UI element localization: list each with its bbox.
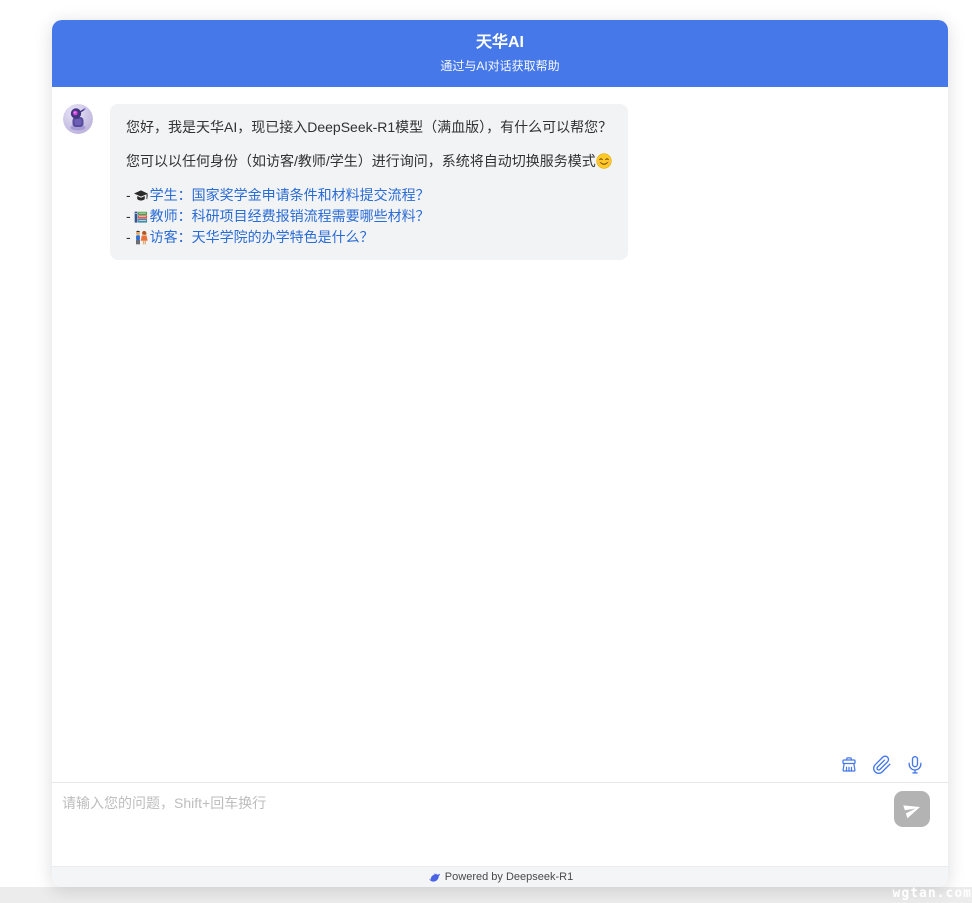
watermark: wgtan.com <box>893 886 972 901</box>
dash: - <box>126 227 131 248</box>
chat-message-area: 您好，我是天华AI，现已接入DeepSeek-R1模型（满血版），有什么可以帮您… <box>52 87 948 782</box>
suggestion-teacher-link[interactable]: 教师：科研项目经费报销流程需要哪些材料？ <box>150 206 430 227</box>
paper-plane-icon <box>900 797 924 821</box>
message-input[interactable] <box>62 793 888 856</box>
assistant-avatar <box>63 104 93 134</box>
chat-header: 天华AI 通过与AI对话获取帮助 <box>52 20 948 87</box>
dash: - <box>126 206 131 227</box>
suggestion-list: - 学生：国家奖学金申请条件和材料提交流程？ - <box>126 185 612 248</box>
composer <box>52 782 948 866</box>
suggestion-student[interactable]: - 学生：国家奖学金申请条件和材料提交流程？ <box>126 185 612 206</box>
greeting-text: 您好，我是天华AI，现已接入DeepSeek-R1模型（满血版），有什么可以帮您… <box>126 117 612 137</box>
identity-note: 您可以以任何身份（如访客/教师/学生）进行询问，系统将自动切换服务模式 <box>126 151 612 171</box>
suggestion-visitor-link[interactable]: 访客：天华学院的办学特色是什么？ <box>150 227 374 248</box>
books-icon <box>133 209 149 225</box>
clear-chat-broom-icon[interactable] <box>839 755 859 775</box>
suggestion-student-link[interactable]: 学生：国家奖学金申请条件和材料提交流程？ <box>150 185 430 206</box>
app-subtitle: 通过与AI对话获取帮助 <box>52 58 948 74</box>
chat-window: 天华AI 通过与AI对话获取帮助 <box>52 20 948 887</box>
purple-robot-icon <box>63 104 93 134</box>
send-button[interactable] <box>894 791 930 827</box>
dash: - <box>126 185 131 206</box>
assistant-message-bubble: 您好，我是天华AI，现已接入DeepSeek-R1模型（满血版），有什么可以帮您… <box>110 104 628 260</box>
two-people-icon <box>133 230 149 246</box>
attachment-paperclip-icon[interactable] <box>872 755 892 775</box>
page-bottom-strip <box>0 887 972 903</box>
deepseek-whale-icon <box>427 871 440 884</box>
footer-bar: Powered by Deepseek-R1 <box>52 866 948 887</box>
microphone-icon[interactable] <box>905 755 925 775</box>
chat-toolbar <box>839 755 925 775</box>
suggestion-teacher[interactable]: - 教师：科研项目经费报销流程需要哪些材料？ <box>126 206 612 227</box>
assistant-message-row: 您好，我是天华AI，现已接入DeepSeek-R1模型（满血版），有什么可以帮您… <box>63 104 925 260</box>
app-title: 天华AI <box>52 33 948 53</box>
graduation-cap-icon <box>133 188 149 204</box>
powered-by-text: Powered by Deepseek-R1 <box>445 871 573 883</box>
smiling-face-icon <box>596 153 612 169</box>
suggestion-visitor[interactable]: - 访客：天华学院的办学 <box>126 227 612 248</box>
